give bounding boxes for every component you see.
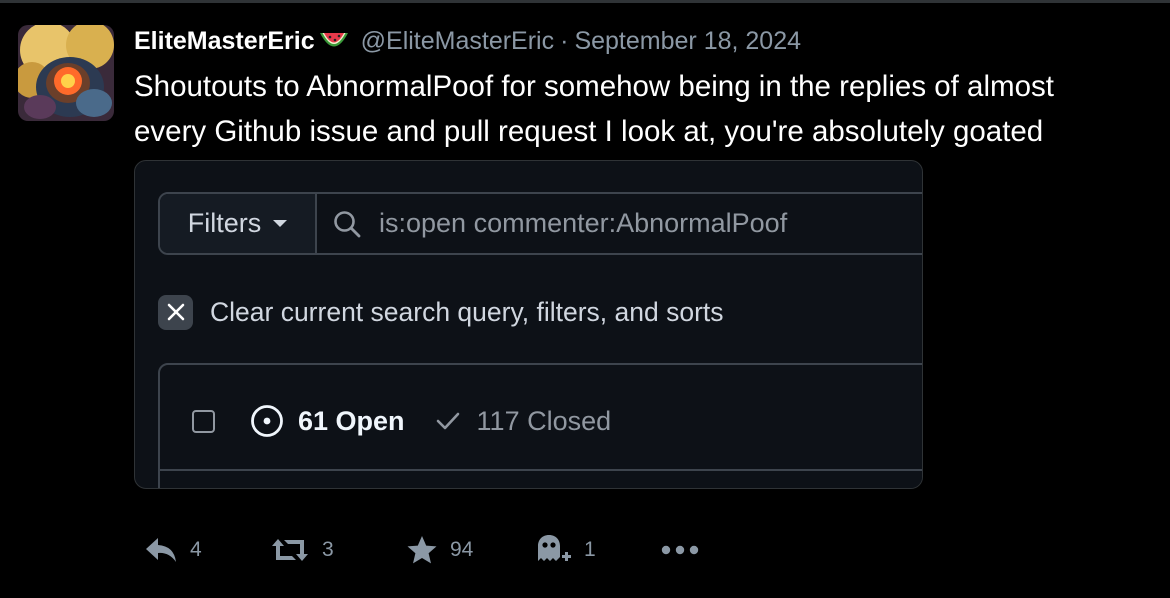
issues-header-row: 61 Open 117 Closed xyxy=(192,403,611,439)
reply-count: 4 xyxy=(190,538,202,561)
more-options-button[interactable] xyxy=(660,544,700,556)
repost-icon xyxy=(270,536,310,564)
like-count: 94 xyxy=(450,538,474,561)
watermelon-icon xyxy=(319,30,349,52)
reply-button[interactable]: 4 xyxy=(144,536,270,564)
quote-icon xyxy=(534,533,572,567)
issue-open-icon xyxy=(250,404,284,438)
search-query: is:open commenter:AbnormalPoof xyxy=(379,208,788,238)
user-handle[interactable]: @EliteMasterEric xyxy=(361,27,554,56)
clear-search-label: Clear current search query, filters, and… xyxy=(210,296,724,327)
reply-icon xyxy=(144,536,178,564)
avatar[interactable] xyxy=(18,25,114,121)
post-header: EliteMasterEric @EliteMasterEric · Septe… xyxy=(134,26,801,56)
embedded-screenshot[interactable]: Filters is:open commenter:AbnormalPoof C… xyxy=(134,160,923,489)
issues-list: 61 Open 117 Closed xyxy=(158,363,922,488)
post-text-line: every Github issue and pull request I lo… xyxy=(134,115,1044,148)
search-icon xyxy=(333,210,361,238)
issue-search-bar: Filters is:open commenter:AbnormalPoof xyxy=(158,192,922,255)
open-issues-tab[interactable]: 61 Open xyxy=(298,406,405,437)
post-text: Shoutouts to AbnormalPoof for somehow be… xyxy=(134,64,1144,154)
repost-count: 3 xyxy=(322,538,334,561)
search-input[interactable]: is:open commenter:AbnormalPoof xyxy=(317,194,922,253)
filters-button[interactable]: Filters xyxy=(160,194,317,253)
display-name[interactable]: EliteMasterEric xyxy=(134,27,315,56)
quote-count: 1 xyxy=(584,538,596,561)
caret-down-icon xyxy=(273,220,288,227)
post-date[interactable]: September 18, 2024 xyxy=(574,27,801,56)
like-button[interactable]: 94 xyxy=(406,535,534,565)
more-icon xyxy=(660,544,700,556)
post-text-line: Shoutouts to AbnormalPoof for somehow be… xyxy=(134,70,1054,103)
header-separator: · xyxy=(560,26,569,55)
closed-issues-tab[interactable]: 117 Closed xyxy=(477,406,612,437)
top-border xyxy=(0,0,1170,3)
select-all-checkbox[interactable] xyxy=(192,409,215,433)
star-icon xyxy=(406,535,438,565)
post-actions: 4 3 94 1 xyxy=(144,530,700,570)
clear-search-row[interactable]: Clear current search query, filters, and… xyxy=(158,294,724,330)
filters-label: Filters xyxy=(187,208,262,238)
avatar-image xyxy=(18,25,114,121)
quote-button[interactable]: 1 xyxy=(534,533,660,567)
check-icon xyxy=(435,411,461,431)
issues-divider xyxy=(160,469,922,471)
repost-button[interactable]: 3 xyxy=(270,536,406,564)
close-icon[interactable] xyxy=(158,294,193,330)
